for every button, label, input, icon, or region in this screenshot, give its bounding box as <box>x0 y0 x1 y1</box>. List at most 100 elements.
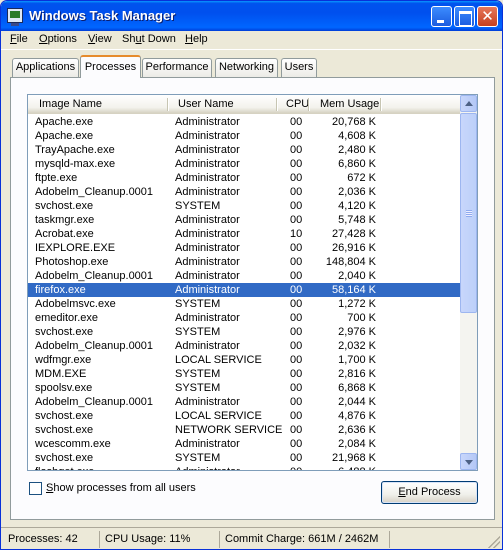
mem-usage-cell: 2,636 K <box>338 424 376 436</box>
menu-shutdown-prefix: Sh <box>122 33 136 45</box>
table-row[interactable]: Apache.exe Administrator 00 20,768 K <box>28 115 460 129</box>
table-row[interactable]: IEXPLORE.EXE Administrator 00 26,916 K <box>28 241 460 255</box>
task-manager-window: Windows Task Manager ✕ File Options View… <box>0 0 503 550</box>
column-divider[interactable] <box>308 98 310 111</box>
image-name-cell: wcescomm.exe <box>35 438 111 450</box>
cpu-cell: 00 <box>290 438 303 450</box>
menu-help[interactable]: Help <box>185 33 208 45</box>
user-name-cell: Administrator <box>175 396 240 408</box>
user-name-cell: Administrator <box>175 158 240 170</box>
tab-applications[interactable]: Applications <box>12 58 79 77</box>
table-row[interactable]: Adobelm_Cleanup.0001 Administrator 00 2,032… <box>28 339 460 353</box>
table-row[interactable]: ftpte.exe Administrator 00 672 K <box>28 171 460 185</box>
menu-shutdown[interactable]: Shut Down <box>122 33 176 45</box>
column-header-cpu[interactable]: CPU <box>286 98 309 110</box>
mem-usage-cell: 2,480 K <box>338 144 376 156</box>
cpu-cell: 00 <box>290 172 303 184</box>
table-row[interactable]: svchost.exe SYSTEM 00 2,976 K <box>28 325 460 339</box>
table-row[interactable]: Photoshop.exe Administrator 00 148,804 K <box>28 255 460 269</box>
image-name-cell: IEXPLORE.EXE <box>35 242 116 254</box>
menu-file-label: ile <box>16 33 28 45</box>
table-row[interactable]: flashget.exe Administrator 00 6,488 K <box>28 465 460 470</box>
tab-performance[interactable]: Performance <box>142 58 212 77</box>
close-button[interactable]: ✕ <box>477 6 498 27</box>
image-name-cell: MDM.EXE <box>35 368 87 380</box>
user-name-cell: Administrator <box>175 270 240 282</box>
end-process-button[interactable]: End Process <box>381 481 478 504</box>
image-name-cell: spoolsv.exe <box>35 382 93 394</box>
menu-options[interactable]: Options <box>39 33 77 45</box>
user-name-cell: Administrator <box>175 438 240 450</box>
table-row[interactable]: MDM.EXE SYSTEM 00 2,816 K <box>28 367 460 381</box>
table-row[interactable]: svchost.exe SYSTEM 00 21,968 K <box>28 451 460 465</box>
user-name-cell: Administrator <box>175 256 240 268</box>
table-row[interactable]: wcescomm.exe Administrator 00 2,084 K <box>28 437 460 451</box>
table-row[interactable]: Adobelm_Cleanup.0001 Administrator 00 2,044… <box>28 395 460 409</box>
mem-usage-cell: 27,428 K <box>331 228 376 240</box>
column-divider[interactable] <box>380 98 382 111</box>
tab-processes[interactable]: Processes <box>80 55 141 78</box>
table-row[interactable]: spoolsv.exe SYSTEM 00 6,868 K <box>28 381 460 395</box>
cpu-cell: 00 <box>290 410 303 422</box>
user-name-cell: SYSTEM <box>175 200 221 212</box>
user-name-cell: SYSTEM <box>175 326 221 338</box>
image-name-cell: Adobelmsvc.exe <box>35 298 116 310</box>
mem-usage-cell: 4,608 K <box>338 130 376 142</box>
mem-usage-cell: 20,768 K <box>331 116 376 128</box>
image-name-cell: svchost.exe <box>35 410 94 422</box>
show-all-users-label[interactable]: Show processes from all users <box>46 482 196 494</box>
menu-view[interactable]: View <box>88 33 112 45</box>
show-all-users-checkbox[interactable] <box>29 482 42 495</box>
minimize-button[interactable] <box>431 6 452 27</box>
menu-file-accel: F <box>10 33 17 45</box>
cpu-cell: 00 <box>290 214 303 226</box>
table-row[interactable]: TrayApache.exe Administrator 00 2,480 K <box>28 143 460 157</box>
list-header: Image Name User Name CPU Mem Usage <box>28 95 460 114</box>
column-header-image-name[interactable]: Image Name <box>39 98 102 110</box>
table-row[interactable]: svchost.exe LOCAL SERVICE 00 4,876 K <box>28 409 460 423</box>
cpu-cell: 00 <box>290 326 303 338</box>
scroll-up-button[interactable] <box>460 95 477 112</box>
image-name-cell: svchost.exe <box>35 424 94 436</box>
mem-usage-cell: 6,868 K <box>338 382 376 394</box>
tab-users[interactable]: Users <box>281 58 317 77</box>
cpu-cell: 00 <box>290 158 303 170</box>
user-name-cell: SYSTEM <box>175 368 221 380</box>
menu-view-label: iew <box>95 33 112 45</box>
mem-usage-cell: 148,804 K <box>325 256 376 268</box>
process-rows: Apache.exe Administrator 00 20,768 K Apache.… <box>28 115 460 470</box>
maximize-button[interactable] <box>454 6 475 27</box>
table-row[interactable]: taskmgr.exe Administrator 00 5,748 K <box>28 213 460 227</box>
table-row[interactable]: Adobelmsvc.exe SYSTEM 00 1,272 K <box>28 297 460 311</box>
table-row[interactable]: emeditor.exe Administrator 00 700 K <box>28 311 460 325</box>
scroll-down-button[interactable] <box>460 453 477 470</box>
resize-grip-icon[interactable] <box>488 536 500 548</box>
column-divider[interactable] <box>276 98 278 111</box>
end-process-label: nd Process <box>405 486 461 498</box>
table-row[interactable]: svchost.exe NETWORK SERVICE 00 2,636 K <box>28 423 460 437</box>
menu-file[interactable]: File <box>10 33 28 45</box>
image-name-cell: svchost.exe <box>35 326 94 338</box>
table-row[interactable]: Acrobat.exe Administrator 10 27,428 K <box>28 227 460 241</box>
table-row[interactable]: wdfmgr.exe LOCAL SERVICE 00 1,700 K <box>28 353 460 367</box>
column-header-user-name[interactable]: User Name <box>178 98 234 110</box>
mem-usage-cell: 700 K <box>347 312 376 324</box>
table-row[interactable]: svchost.exe SYSTEM 00 4,120 K <box>28 199 460 213</box>
user-name-cell: Administrator <box>175 130 240 142</box>
title-bar[interactable]: Windows Task Manager ✕ <box>1 1 502 31</box>
vertical-scrollbar[interactable] <box>460 95 477 470</box>
table-row[interactable]: mysqld-max.exe Administrator 00 6,860 K <box>28 157 460 171</box>
table-row[interactable]: Adobelm_Cleanup.0001 Administrator 00 2,040… <box>28 269 460 283</box>
table-row[interactable]: Adobelm_Cleanup.0001 Administrator 00 2,036… <box>28 185 460 199</box>
column-header-mem-usage[interactable]: Mem Usage <box>320 98 379 110</box>
table-row[interactable]: Apache.exe Administrator 00 4,608 K <box>28 129 460 143</box>
process-list[interactable]: Image Name User Name CPU Mem Usage Apach… <box>27 94 478 471</box>
tab-networking[interactable]: Networking <box>215 58 278 77</box>
cpu-cell: 00 <box>290 465 302 470</box>
cpu-cell: 00 <box>290 186 303 198</box>
image-name-cell: firefox.exe <box>35 284 86 296</box>
column-divider[interactable] <box>167 98 169 111</box>
table-row[interactable]: firefox.exe Administrator 00 58,164 K <box>28 283 460 297</box>
scroll-thumb[interactable] <box>460 113 477 313</box>
user-name-cell: Administrator <box>175 214 240 226</box>
